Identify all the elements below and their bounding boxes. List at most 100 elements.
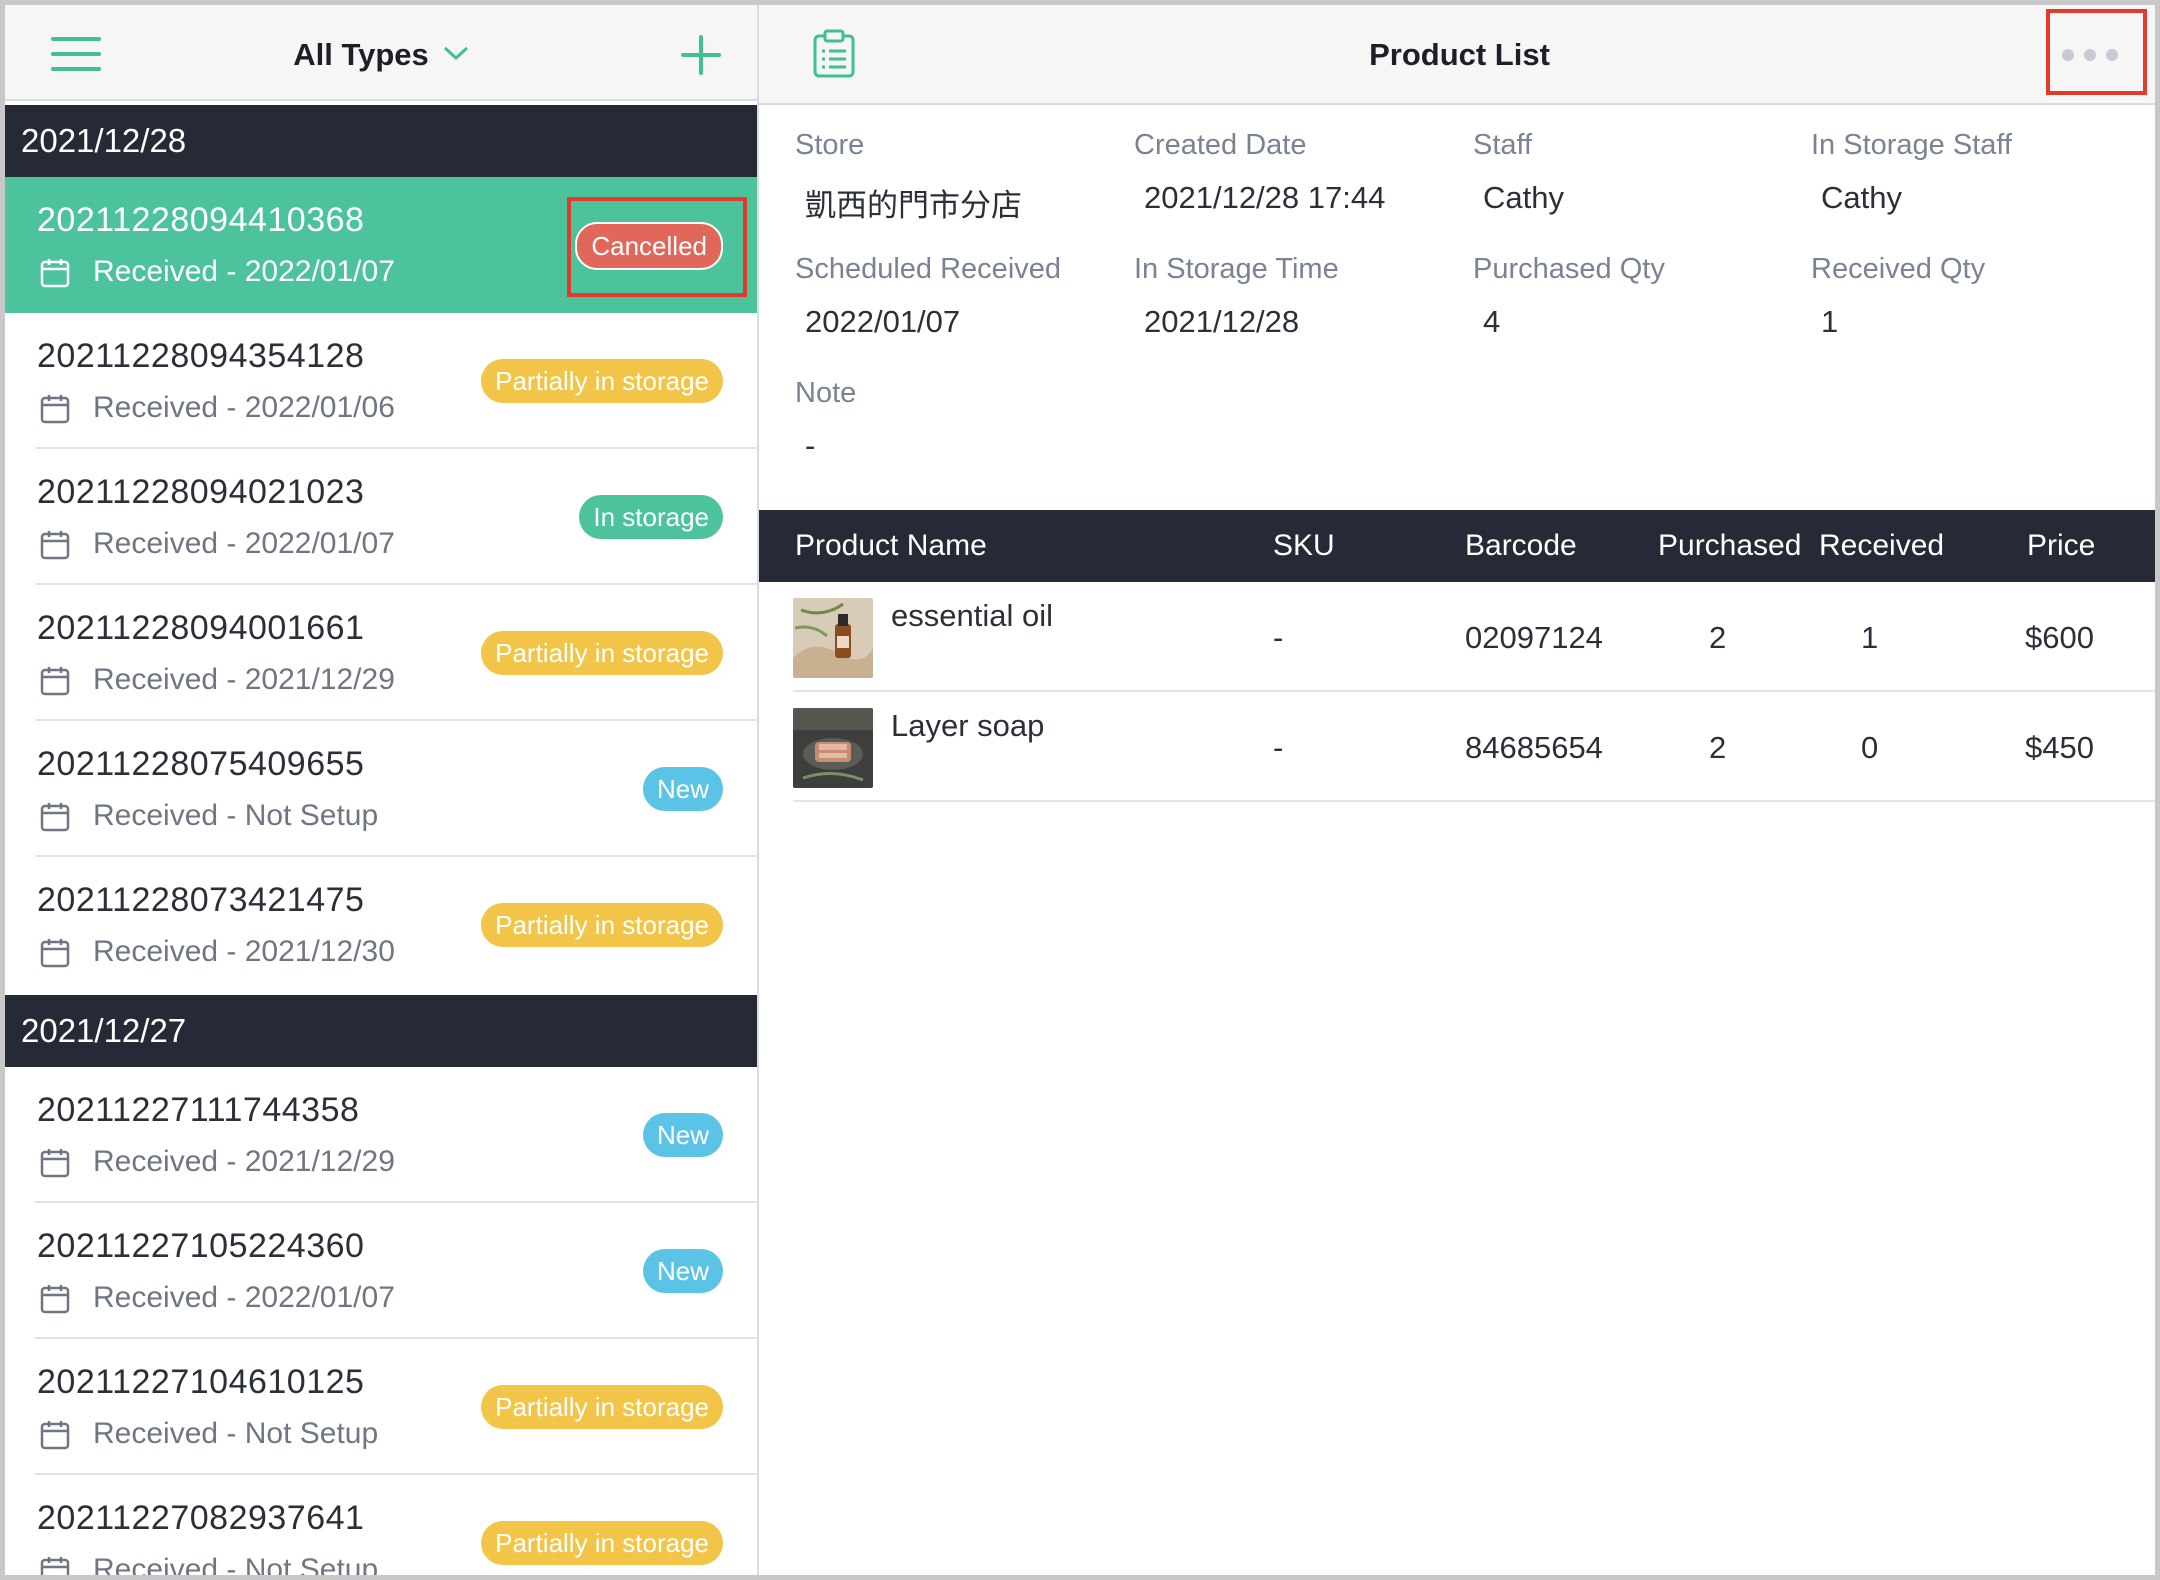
order-number: 20211228094001661 xyxy=(37,609,365,647)
product-sku: - xyxy=(1273,730,1284,765)
product-purchased: 2 xyxy=(1709,730,1727,765)
order-item[interactable]: 20211228094021023 Received - 2022/01/07 … xyxy=(5,449,757,585)
date-group-header: 2021/12/27 xyxy=(5,995,757,1067)
calendar-icon xyxy=(39,529,71,561)
page-title: Product List xyxy=(1369,37,1550,72)
received-date: Received - 2022/01/06 xyxy=(93,391,395,424)
received-date: Received - 2021/12/29 xyxy=(93,1145,395,1178)
status-badge: In storage xyxy=(579,495,723,539)
received-date: Received - Not Setup xyxy=(93,799,379,832)
product-barcode: 84685654 xyxy=(1465,730,1603,765)
purchased-qty-value: 4 xyxy=(1483,304,1501,339)
received-qty-field: Received Qty 1 xyxy=(1811,253,1985,340)
table-row[interactable]: Layer soap - 84685654 2 0 $450 xyxy=(759,692,2155,802)
order-item[interactable]: 20211228073421475 Received - 2021/12/30 … xyxy=(5,857,757,993)
calendar-icon xyxy=(39,1419,71,1451)
purchased-qty-label: Purchased Qty xyxy=(1473,253,1665,285)
created-date-field: Created Date 2021/12/28 17:44 xyxy=(1134,129,1385,216)
storage-staff-value: Cathy xyxy=(1821,180,1902,215)
scheduled-received-field: Scheduled Received 2022/01/07 xyxy=(795,253,1061,340)
order-item[interactable]: 20211227082937641 Received - Not Setup P… xyxy=(5,1475,757,1580)
product-sku: - xyxy=(1273,620,1284,655)
more-icon[interactable] xyxy=(2062,49,2122,61)
order-number: 20211228073421475 xyxy=(37,881,365,919)
status-badge: Partially in storage xyxy=(481,903,723,947)
received-date: Received - 2022/01/07 xyxy=(93,1281,395,1314)
status-badge: New xyxy=(642,1113,723,1157)
storage-staff-label: In Storage Staff xyxy=(1811,129,2012,161)
chevron-down-icon xyxy=(443,33,469,69)
calendar-icon xyxy=(39,1283,71,1315)
received-date: Received - 2021/12/29 xyxy=(93,663,395,696)
status-badge: Partially in storage xyxy=(481,1521,723,1565)
received-qty-label: Received Qty xyxy=(1811,253,1986,285)
storage-time-value: 2021/12/28 xyxy=(1144,304,1300,339)
created-date-label: Created Date xyxy=(1134,129,1307,161)
staff-field: Staff Cathy xyxy=(1473,129,1564,216)
scheduled-received-label: Scheduled Received xyxy=(795,253,1062,285)
staff-value: Cathy xyxy=(1483,180,1564,215)
purchased-qty-field: Purchased Qty 4 xyxy=(1473,253,1665,340)
calendar-icon xyxy=(39,257,71,289)
app-window: All Types 2021/12/28 20211228094410368 R… xyxy=(0,0,2160,1580)
calendar-icon xyxy=(39,665,71,697)
column-header-product-name: Product Name xyxy=(795,529,987,562)
product-received: 0 xyxy=(1861,730,1879,765)
status-badge: Partially in storage xyxy=(481,631,723,675)
order-item[interactable]: 20211228075409655 Received - Not Setup N… xyxy=(5,721,757,857)
order-number: 20211228094021023 xyxy=(37,473,365,511)
divider xyxy=(793,800,2155,802)
order-item[interactable]: 20211227111744358 Received - 2021/12/29 … xyxy=(5,1067,757,1203)
status-badge: New xyxy=(642,767,723,811)
calendar-icon xyxy=(39,393,71,425)
status-badge: Partially in storage xyxy=(481,359,723,403)
order-number: 20211228094410368 xyxy=(37,201,365,239)
product-received: 1 xyxy=(1861,620,1879,655)
calendar-icon xyxy=(39,1147,71,1179)
table-row[interactable]: essential oil - 02097124 2 1 $600 xyxy=(759,582,2155,692)
column-header-received: Received xyxy=(1819,529,1945,562)
order-number: 20211228075409655 xyxy=(37,745,365,783)
type-filter-dropdown[interactable]: All Types xyxy=(5,33,757,73)
list-toolbar: All Types xyxy=(5,5,757,101)
detail-toolbar: Product List xyxy=(759,5,2155,105)
note-value: - xyxy=(805,428,816,463)
received-date: Received - Not Setup xyxy=(93,1417,379,1450)
received-date: Received - 2022/01/07 xyxy=(93,255,395,288)
scheduled-received-value: 2022/01/07 xyxy=(805,304,961,339)
status-badge: Partially in storage xyxy=(481,1385,723,1429)
store-field: Store 凱西的門市分店 xyxy=(795,129,1022,225)
note-label: Note xyxy=(795,377,857,409)
storage-time-field: In Storage Time 2021/12/28 xyxy=(1134,253,1339,340)
order-item[interactable]: 20211228094001661 Received - 2021/12/29 … xyxy=(5,585,757,721)
received-date: Received - 2022/01/07 xyxy=(93,527,395,560)
column-header-barcode: Barcode xyxy=(1465,529,1577,562)
status-badge: New xyxy=(642,1249,723,1293)
received-qty-value: 1 xyxy=(1821,304,1839,339)
product-name: Layer soap xyxy=(891,708,1045,743)
note-field: Note - xyxy=(795,377,856,464)
calendar-icon xyxy=(39,801,71,833)
product-price: $600 xyxy=(2025,620,2094,655)
order-item[interactable]: 20211227104610125 Received - Not Setup P… xyxy=(5,1339,757,1475)
created-date-value: 2021/12/28 17:44 xyxy=(1144,180,1386,215)
received-date: Received - Not Setup xyxy=(93,1553,379,1580)
order-number: 20211227082937641 xyxy=(37,1499,365,1537)
column-header-price: Price xyxy=(2027,529,2096,562)
order-number: 20211227104610125 xyxy=(37,1363,365,1401)
received-date: Received - 2021/12/30 xyxy=(93,935,395,968)
type-filter-label: All Types xyxy=(293,37,429,72)
storage-time-label: In Storage Time xyxy=(1134,253,1339,285)
order-item[interactable]: 20211228094354128 Received - 2022/01/06 … xyxy=(5,313,757,449)
staff-label: Staff xyxy=(1473,129,1533,161)
order-number: 20211228094354128 xyxy=(37,337,365,375)
calendar-icon xyxy=(39,937,71,969)
plus-icon[interactable] xyxy=(681,35,721,75)
product-barcode: 02097124 xyxy=(1465,620,1603,655)
store-value: 凱西的門市分店 xyxy=(805,188,1022,223)
calendar-icon xyxy=(39,1555,71,1575)
order-item[interactable]: 20211227105224360 Received - 2022/01/07 … xyxy=(5,1203,757,1339)
column-header-purchased: Purchased xyxy=(1658,529,1802,562)
product-image xyxy=(793,708,873,788)
order-item[interactable]: 20211228094410368 Received - 2022/01/07 … xyxy=(5,177,757,313)
